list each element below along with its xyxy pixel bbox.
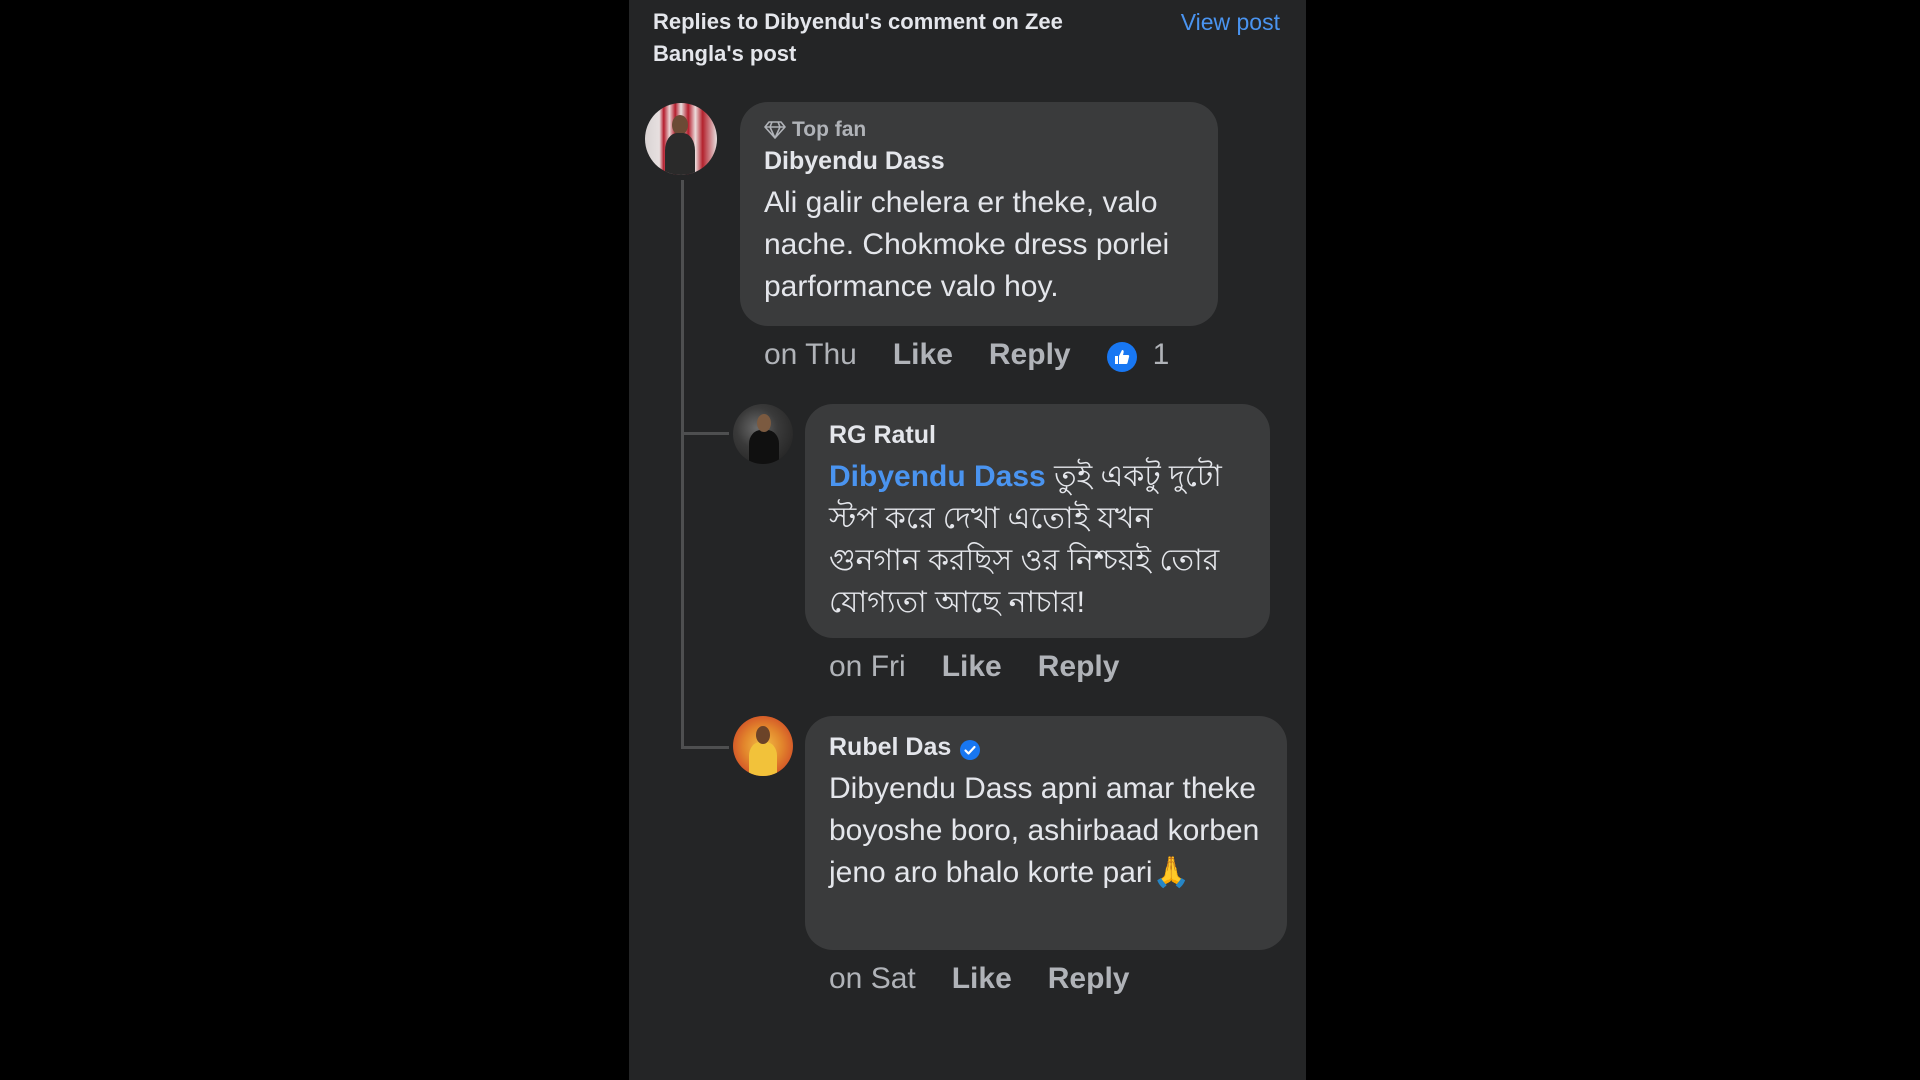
comment-author[interactable]: Dibyendu Dass <box>764 144 1194 178</box>
author-name[interactable]: Dibyendu Dass <box>764 144 945 178</box>
top-fan-badge: Top fan <box>764 116 1194 144</box>
top-fan-label: Top fan <box>792 118 867 141</box>
comment-author[interactable]: Rubel Das <box>829 730 1263 764</box>
avatar[interactable] <box>733 404 793 464</box>
comment-actions: on Thu Like Reply 1 <box>764 338 1169 372</box>
reply-button[interactable]: Reply <box>989 338 1071 372</box>
comment-author[interactable]: RG Ratul <box>829 418 1246 452</box>
thread-line-branch-1 <box>681 432 729 435</box>
view-post-link[interactable]: View post <box>1181 6 1280 38</box>
page-title: Replies to Dibyendu's comment on Zee Ban… <box>653 9 1063 66</box>
comments-screen: Replies to Dibyendu's comment on Zee Ban… <box>629 0 1306 1080</box>
like-reaction-icon[interactable] <box>1106 342 1137 372</box>
reply-bubble: RG Ratul Dibyendu Dass তুই একটু দুটো স্ট… <box>805 404 1270 638</box>
comment-actions: on Sat Like Reply <box>829 962 1165 996</box>
comment-text: Ali galir chelera er theke, valo nache. … <box>764 186 1170 303</box>
like-button[interactable]: Like <box>893 338 953 372</box>
like-button[interactable]: Like <box>942 650 1002 684</box>
comment-time[interactable]: on Fri <box>829 650 906 684</box>
comment-text: Dibyendu Dass apni amar theke boyoshe bo… <box>829 768 1263 894</box>
mention-link[interactable]: Dibyendu Dass <box>829 460 1046 493</box>
comment-time[interactable]: on Sat <box>829 962 916 996</box>
verified-badge-icon <box>959 736 981 760</box>
reply-bubble: Rubel Das Dibyendu Dass apni amar theke … <box>805 716 1287 950</box>
comment-time[interactable]: on Thu <box>764 338 857 372</box>
reaction-count[interactable]: 1 <box>1153 338 1170 372</box>
comment-text: Dibyendu Dass তুই একটু দুটো স্টপ করে দেখ… <box>829 456 1246 624</box>
reply-button[interactable]: Reply <box>1048 962 1130 996</box>
like-button[interactable]: Like <box>952 962 1012 996</box>
avatar[interactable] <box>645 103 717 175</box>
author-name[interactable]: RG Ratul <box>829 418 936 452</box>
thread-line-branch-2 <box>681 746 729 749</box>
comment-bubble: Top fan Dibyendu Dass Ali galir chelera … <box>740 102 1218 326</box>
reply-button[interactable]: Reply <box>1038 650 1120 684</box>
comment-body: Dibyendu Dass apni amar theke boyoshe bo… <box>829 772 1260 889</box>
diamond-icon <box>764 120 786 140</box>
author-name[interactable]: Rubel Das <box>829 730 951 764</box>
praying-hands-emoji: 🙏 <box>1152 856 1190 889</box>
thread-line-vertical <box>681 180 684 748</box>
comment-actions: on Fri Like Reply <box>829 650 1155 684</box>
avatar[interactable] <box>733 716 793 776</box>
